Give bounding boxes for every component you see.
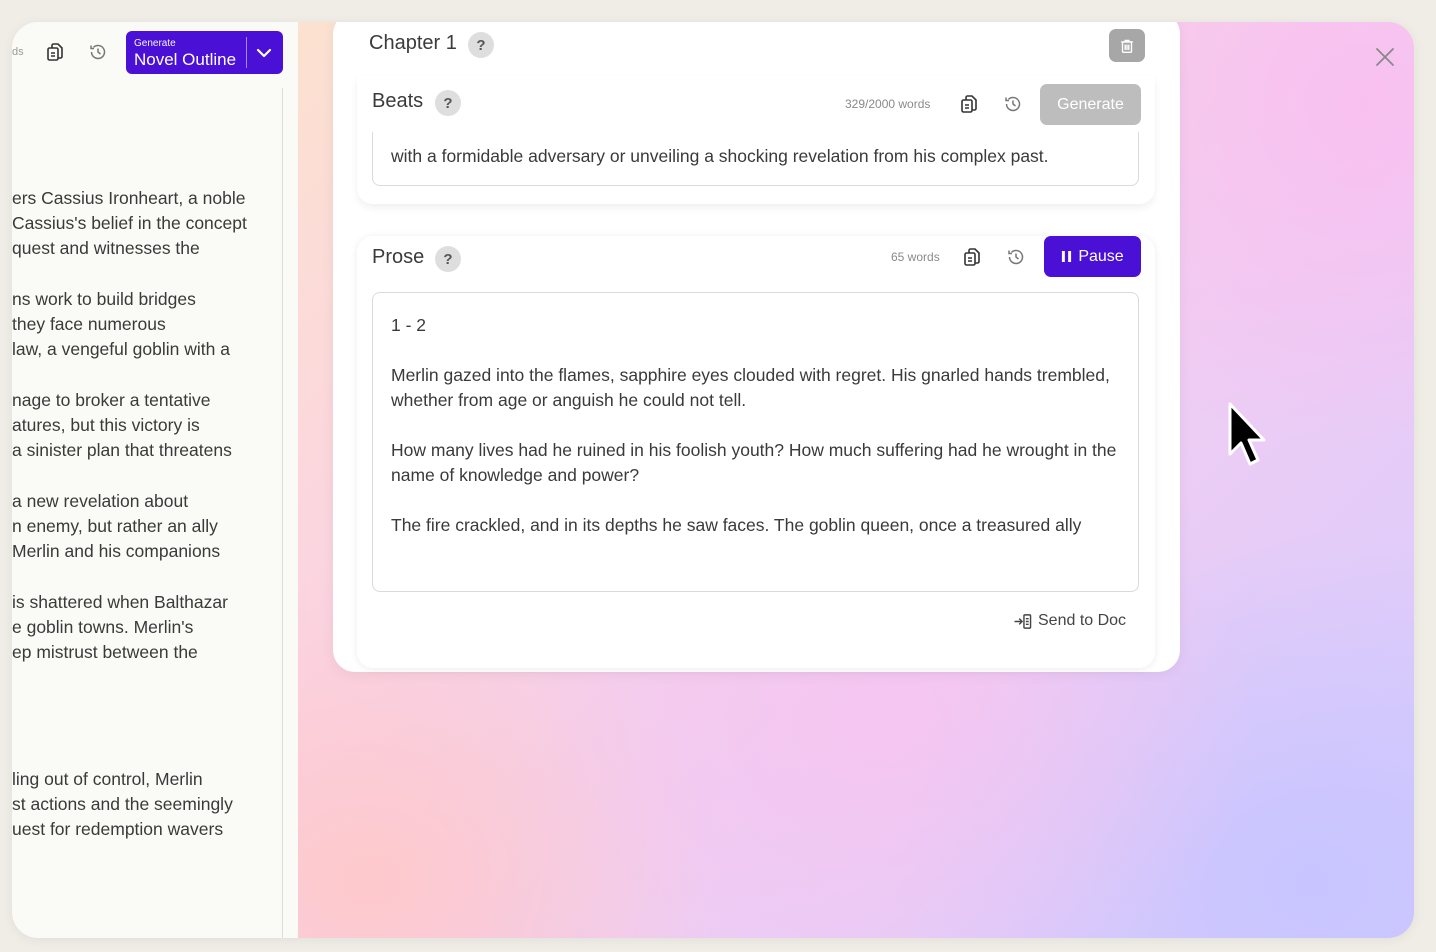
copy-icon[interactable] [43,40,67,64]
send-to-doc-button[interactable]: Send to Doc [1013,612,1126,630]
send-to-doc-label: Send to Doc [1038,612,1127,629]
close-icon[interactable] [1374,46,1396,68]
outline-paragraph: ns work to build bridges they face numer… [12,289,230,359]
outline-paragraph [12,691,280,741]
copy-icon[interactable] [960,245,984,269]
outline-text: ers Cassius Ironheart, a noble Cassius's … [12,186,280,842]
chapter-card: Chapter 1 ? Beats ? 329/2000 words Gener… [333,22,1180,672]
outline-paragraph: ling out of control, Merlin st actions an… [12,769,233,839]
panel-divider [282,88,283,938]
help-icon[interactable]: ? [435,246,461,272]
outline-paragraph: nage to broker a tentative atures, but th… [12,390,232,460]
app-window: ds Generate Novel Outline ers Cassius Ir… [12,22,1414,938]
prose-textarea[interactable]: 1 - 2 Merlin gazed into the flames, sapp… [372,292,1139,592]
send-to-doc-icon [1014,613,1032,629]
prose-word-count: 65 words [891,250,940,264]
history-icon[interactable] [86,40,110,64]
pause-icon [1062,251,1072,262]
generate-beats-button[interactable]: Generate [1040,84,1141,125]
prose-section: Prose ? 65 words Pause 1 - 2 Merlin gaze… [357,236,1155,668]
outline-paragraph: a new revelation about n enemy, but rathe… [12,491,221,561]
mouse-cursor-icon [1226,402,1272,472]
outline-paragraph: is shattered when Balthazar e goblin town… [12,592,228,662]
beats-word-count: 329/2000 words [845,97,931,111]
help-icon[interactable]: ? [468,32,494,58]
beats-textarea[interactable]: with a formidable adversary or unveiling… [372,132,1139,186]
beats-section: Beats ? 329/2000 words Generate with a f… [357,76,1155,204]
trash-icon [1121,39,1133,53]
outline-toolbar: ds Generate Novel Outline [12,22,298,88]
prose-paragraph: 1 - 2 [391,315,427,335]
prose-paragraph: The fire crackled, and in its depths he … [391,515,1082,535]
chapter-title: Chapter 1 [369,32,457,54]
delete-chapter-button[interactable] [1109,29,1145,62]
generate-novel-outline-button[interactable]: Generate Novel Outline [126,31,283,74]
chevron-down-icon[interactable] [252,41,276,65]
pause-label: Pause [1078,247,1124,265]
button-separator [246,37,247,68]
prose-title: Prose [372,246,425,268]
help-icon[interactable]: ? [435,90,461,116]
pause-button[interactable]: Pause [1044,236,1141,277]
generate-main-label: Novel Outline [134,50,237,69]
beats-text: with a formidable adversary or unveiling… [391,146,1049,166]
generate-small-label: Generate [134,38,176,49]
outline-paragraph: ers Cassius Ironheart, a noble Cassius's … [12,188,247,258]
prose-paragraph: How many lives had he ruined in his fool… [391,440,1117,485]
beats-title: Beats [372,90,424,112]
prose-paragraph: Merlin gazed into the flames, sapphire e… [391,365,1110,410]
history-icon[interactable] [1001,92,1025,116]
toolbar-label: ds [12,46,24,58]
copy-icon[interactable] [957,92,981,116]
outline-panel: ds Generate Novel Outline ers Cassius Ir… [12,22,298,938]
history-icon[interactable] [1004,245,1028,269]
